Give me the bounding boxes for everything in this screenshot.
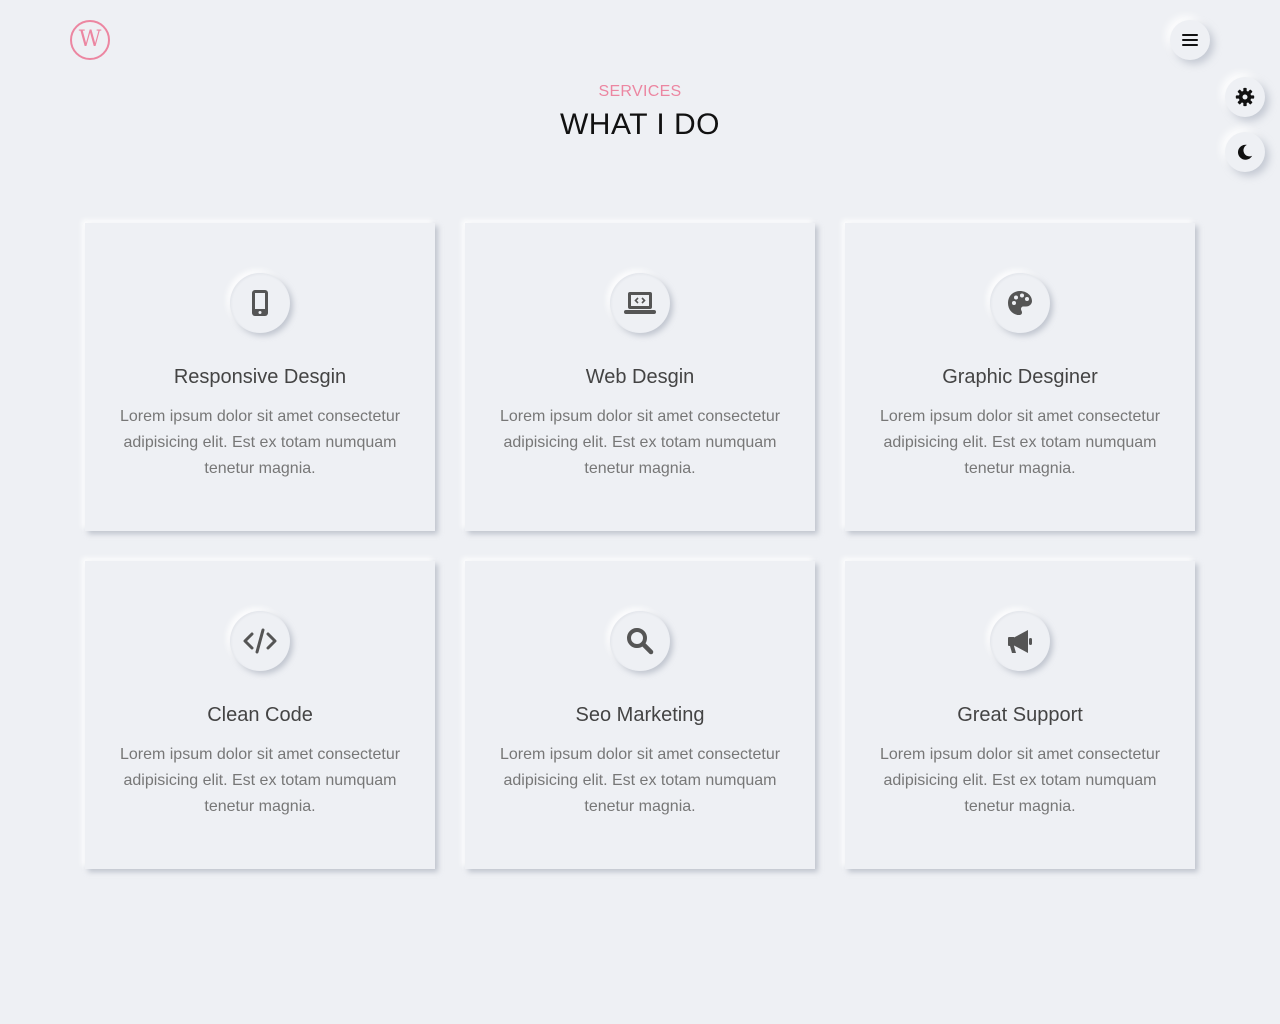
moon-icon bbox=[1237, 144, 1253, 160]
logo[interactable]: W bbox=[70, 20, 110, 60]
service-card-graphic-designer: Graphic Desginer Lorem ipsum dolor sit a… bbox=[845, 223, 1195, 531]
service-card-seo-marketing: Seo Marketing Lorem ipsum dolor sit amet… bbox=[465, 561, 815, 869]
mobile-icon bbox=[252, 290, 268, 316]
service-icon-wrap bbox=[230, 611, 290, 671]
service-description: Lorem ipsum dolor sit amet consectetur a… bbox=[499, 746, 781, 815]
palette-icon bbox=[1008, 291, 1032, 315]
service-title: Web Desgin bbox=[585, 366, 695, 388]
service-title: Clean Code bbox=[207, 704, 313, 726]
service-card-responsive-design: Responsive Desgin Lorem ipsum dolor sit … bbox=[85, 223, 435, 531]
service-icon-wrap bbox=[610, 273, 670, 333]
service-title: Seo Marketing bbox=[575, 704, 705, 726]
service-icon-wrap bbox=[990, 611, 1050, 671]
service-card-web-design: Web Desgin Lorem ipsum dolor sit amet co… bbox=[465, 223, 815, 531]
service-title: Great Support bbox=[957, 704, 1083, 726]
service-description: Lorem ipsum dolor sit amet consectetur a… bbox=[499, 408, 781, 477]
service-card-clean-code: Clean Code Lorem ipsum dolor sit amet co… bbox=[85, 561, 435, 869]
service-icon-wrap bbox=[230, 273, 290, 333]
services-page: W SERVICES WHAT I DO Responsive Desgin L… bbox=[0, 0, 1280, 1024]
service-description: Lorem ipsum dolor sit amet consectetur a… bbox=[879, 408, 1161, 477]
service-card-great-support: Great Support Lorem ipsum dolor sit amet… bbox=[845, 561, 1195, 869]
laptop-code-icon bbox=[624, 292, 656, 314]
search-icon bbox=[627, 628, 654, 655]
service-title: Graphic Desginer bbox=[942, 366, 1098, 388]
service-icon-wrap bbox=[610, 611, 670, 671]
service-icon-wrap bbox=[990, 273, 1050, 333]
service-description: Lorem ipsum dolor sit amet consectetur a… bbox=[119, 746, 401, 815]
code-icon bbox=[243, 628, 277, 654]
hamburger-icon bbox=[1182, 34, 1198, 46]
section-title: WHAT I DO bbox=[559, 108, 721, 141]
section-subtitle: SERVICES bbox=[598, 83, 682, 100]
service-title: Responsive Desgin bbox=[173, 366, 347, 388]
menu-button[interactable] bbox=[1170, 20, 1210, 60]
service-description: Lorem ipsum dolor sit amet consectetur a… bbox=[879, 746, 1161, 815]
service-description: Lorem ipsum dolor sit amet consectetur a… bbox=[119, 408, 401, 477]
megaphone-icon bbox=[1008, 630, 1032, 653]
